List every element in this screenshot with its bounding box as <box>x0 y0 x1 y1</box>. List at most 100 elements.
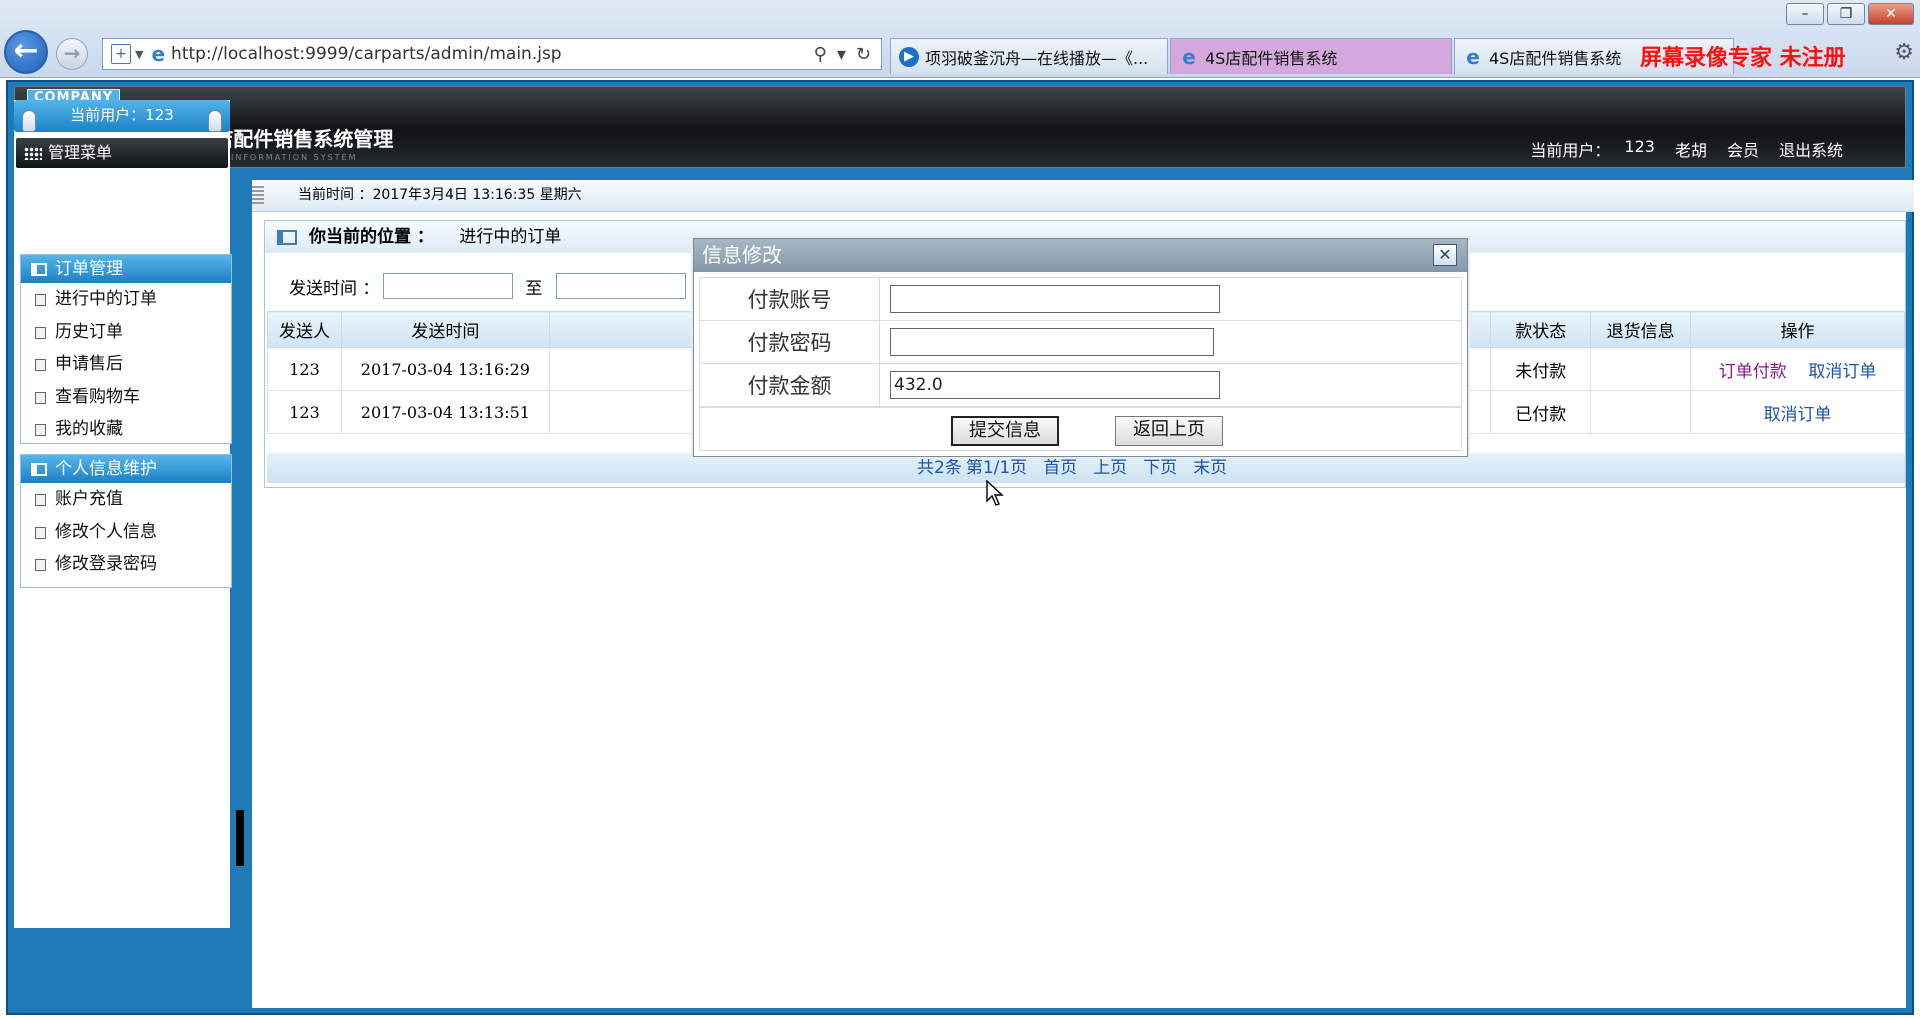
col-return-info: 退货信息 <box>1590 311 1692 348</box>
cell-actions: 取消订单 <box>1690 390 1905 434</box>
chevron-down-icon[interactable]: ▾ <box>837 44 846 65</box>
sidebar-item-favorites[interactable]: 我的收藏 <box>21 413 231 446</box>
total-count: 共2条 <box>917 458 962 478</box>
current-time: 当前时间 ：2017年3月4日 13:16:35 星期六 <box>298 187 582 203</box>
user-name-link[interactable]: 老胡 <box>1675 137 1707 161</box>
cell-status: 已付款 <box>1490 390 1592 434</box>
last-page-link[interactable]: 末页 <box>1193 453 1227 483</box>
tab-label: 4S店配件销售系统 <box>1489 48 1622 68</box>
cell-time: 2017-03-04 13:16:29 <box>340 347 550 391</box>
page-icon <box>35 424 46 436</box>
role-link[interactable]: 会员 <box>1727 137 1759 161</box>
chevron-down-icon[interactable]: ▼ <box>135 48 143 61</box>
menu-group-orders: 订单管理 进行中的订单 历史订单 申请售后 查看购物车 我的收藏 <box>20 254 232 444</box>
group-header-profile[interactable]: 个人信息维护 <box>21 455 231 483</box>
book-icon <box>277 230 297 245</box>
site-header: COMPANY 8 4S店配件销售系统管理 COMPANY INFORMATIO… <box>14 86 1906 168</box>
tab-label: 项羽破釜沉舟—在线播放—《... <box>925 48 1149 68</box>
drag-handle-icon[interactable] <box>252 186 264 206</box>
amount-input[interactable] <box>890 371 1220 399</box>
page-indicator: 第1/1页 <box>965 458 1028 478</box>
breadcrumb-value: 进行中的订单 <box>459 227 562 247</box>
address-bar[interactable]: + ▼ e http://localhost:9999/carparts/adm… <box>102 38 882 70</box>
end-date-input[interactable] <box>556 273 687 299</box>
start-date-input[interactable] <box>383 273 514 299</box>
group-title: 个人信息维护 <box>55 459 157 479</box>
col-send-time: 发送时间 <box>340 311 550 348</box>
account-input[interactable] <box>890 285 1220 313</box>
browser-tab-video[interactable]: ▶ 项羽破釜沉舟—在线播放—《... <box>890 38 1168 74</box>
pin-icon <box>22 110 36 132</box>
col-sender: 发送人 <box>267 311 342 348</box>
compatibility-icon[interactable]: + <box>111 44 131 64</box>
menu-item-label: 查看购物车 <box>55 386 140 407</box>
page-icon <box>35 526 46 539</box>
user-id: 123 <box>1624 137 1655 156</box>
page-icon <box>35 359 46 371</box>
current-user-text: 当前用户：123 <box>70 106 174 124</box>
page-icon <box>35 559 46 571</box>
sidebar-item-cart[interactable]: 查看购物车 <box>21 381 231 414</box>
pay-order-link[interactable]: 订单付款 <box>1719 362 1787 382</box>
refresh-icon[interactable]: ↻ <box>856 44 871 65</box>
page-icon <box>35 391 46 404</box>
page-icon <box>35 326 46 339</box>
pin-icon <box>208 110 222 132</box>
settings-icon[interactable]: ⚙ <box>1894 40 1914 65</box>
ie-icon: e <box>1182 44 1196 69</box>
menu-item-label: 进行中的订单 <box>55 289 157 309</box>
dialog-title: 信息修改 <box>702 243 782 267</box>
time-bar: 当前时间 ：2017年3月4日 13:16:35 星期六 <box>252 180 1914 212</box>
sidebar-item-after-sales[interactable]: 申请售后 <box>21 348 231 381</box>
cell-status: 未付款 <box>1490 347 1592 391</box>
dialog-title-bar[interactable]: 信息修改 ✕ <box>694 239 1467 272</box>
url-text[interactable]: http://localhost:9999/carparts/admin/mai… <box>171 44 814 64</box>
first-page-link[interactable]: 首页 <box>1043 453 1077 483</box>
sidebar-item-change-password[interactable]: 修改登录密码 <box>21 548 231 581</box>
cell-time: 2017-03-04 13:13:51 <box>340 390 550 434</box>
cancel-order-link[interactable]: 取消订单 <box>1764 405 1832 425</box>
restore-button[interactable]: ❐ <box>1827 3 1865 25</box>
collapse-sidebar-handle[interactable] <box>236 810 244 866</box>
submit-button[interactable]: 提交信息 <box>951 416 1059 446</box>
account-label: 付款账号 <box>699 277 880 321</box>
back-button[interactable]: ← <box>4 30 48 74</box>
dialog-actions: 提交信息 返回上页 <box>699 407 1462 451</box>
close-icon[interactable]: ✕ <box>1433 244 1457 266</box>
menu-item-label: 历史订单 <box>55 321 123 342</box>
minimize-button[interactable]: – <box>1786 3 1824 25</box>
group-header-orders[interactable]: 订单管理 <box>21 255 231 283</box>
browser-tab-active[interactable]: e 4S店配件销售系统 <box>1170 38 1452 74</box>
password-input[interactable] <box>890 328 1214 356</box>
cancel-order-link[interactable]: 取消订单 <box>1808 362 1876 382</box>
grid-icon <box>24 147 42 160</box>
form-row: 付款密码 <box>699 320 1462 364</box>
to-label: 至 <box>525 278 543 299</box>
sidebar-item-recharge[interactable]: 账户充值 <box>21 483 231 516</box>
menu-item-label: 申请售后 <box>55 354 123 374</box>
current-user-banner: 当前用户：123 <box>14 100 230 132</box>
cell-return <box>1590 390 1692 434</box>
close-window-button[interactable]: ✕ <box>1868 3 1914 25</box>
sidebar-item-edit-profile[interactable]: 修改个人信息 <box>21 516 231 549</box>
window-controls: – ❐ ✕ <box>1786 3 1914 25</box>
sidebar-item-ongoing-orders[interactable]: 进行中的订单 <box>21 283 231 316</box>
form-row: 付款金额 <box>699 363 1462 407</box>
menu-item-label: 修改登录密码 <box>55 554 157 574</box>
form-row: 付款账号 <box>699 277 1462 321</box>
tab-label: 4S店配件销售系统 <box>1205 48 1338 68</box>
back-button[interactable]: 返回上页 <box>1115 416 1223 446</box>
sidebar-item-order-history[interactable]: 历史订单 <box>21 316 231 349</box>
password-label: 付款密码 <box>699 320 880 364</box>
search-icon[interactable]: ⚲ <box>814 44 827 65</box>
next-page-link[interactable]: 下页 <box>1143 453 1177 483</box>
prev-page-link[interactable]: 上页 <box>1093 453 1127 483</box>
recorder-watermark: 屏幕录像专家 未注册 <box>1640 46 1846 71</box>
menu-title: 管理菜单 <box>16 138 228 168</box>
forward-button[interactable]: → <box>56 38 88 70</box>
search-row: 发送时间 ： 至 <box>289 273 687 299</box>
menu-title-text: 管理菜单 <box>48 143 113 162</box>
breadcrumb-label: 你当前的位置 ： <box>309 227 434 247</box>
page-icon <box>35 494 46 506</box>
logout-link[interactable]: 退出系统 <box>1779 137 1843 161</box>
